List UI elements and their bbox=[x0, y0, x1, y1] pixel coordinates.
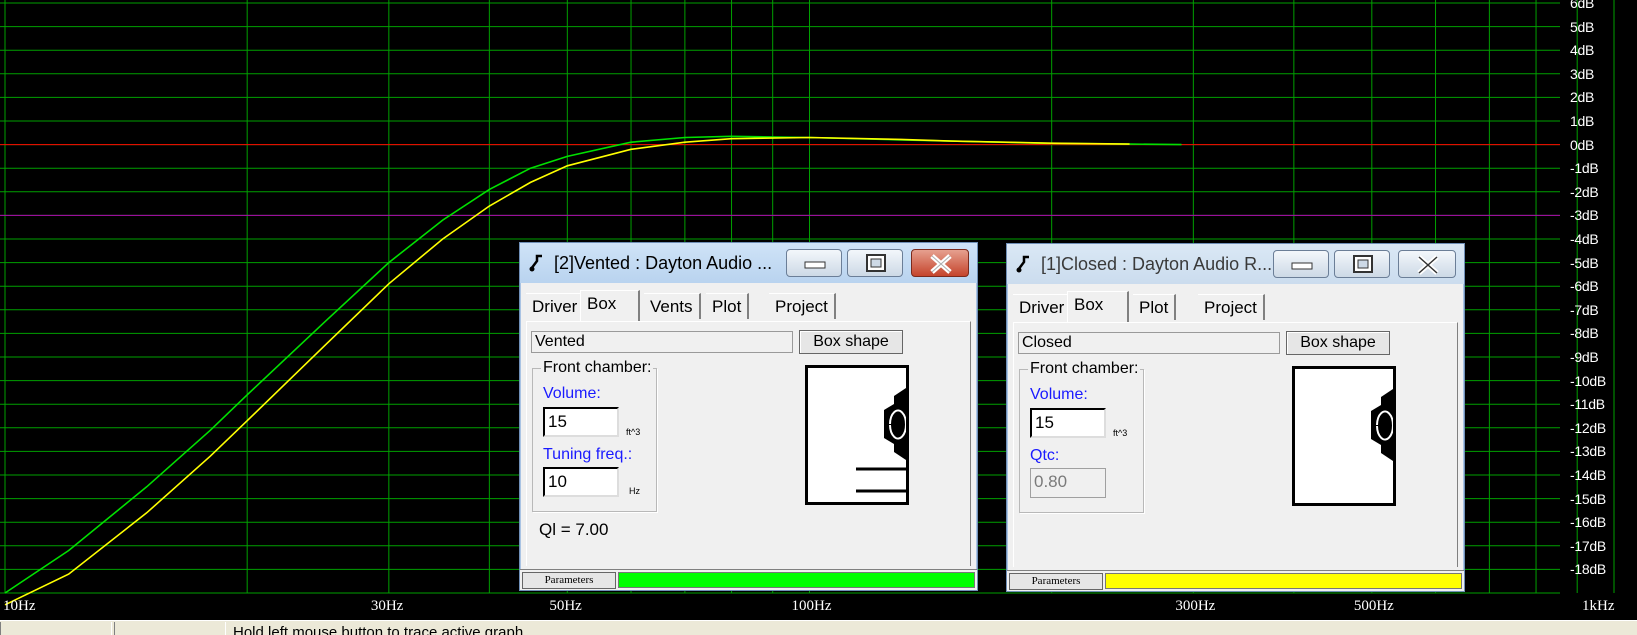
tab-project[interactable]: Project bbox=[769, 293, 836, 319]
ql-value: Ql = 7.00 bbox=[539, 520, 609, 539]
x-tick-label: 1kHz bbox=[1582, 598, 1615, 614]
y-tick-label: -3dB bbox=[1570, 207, 1599, 224]
front-chamber-label: Front chamber: bbox=[1028, 360, 1141, 378]
y-tick-label: 3dB bbox=[1570, 65, 1595, 82]
y-tick-label: -16dB bbox=[1570, 514, 1606, 531]
title-bar[interactable]: [2]Vented : Dayton Audio ... bbox=[520, 243, 977, 283]
y-tick-label: 5dB bbox=[1570, 18, 1595, 35]
box-shape-button[interactable]: Box shape bbox=[799, 330, 903, 354]
y-tick-label: -11dB bbox=[1570, 396, 1605, 413]
close-icon bbox=[930, 254, 952, 274]
tab-driver[interactable]: Driver bbox=[526, 293, 586, 319]
y-tick-label: -18dB bbox=[1570, 561, 1606, 578]
tab-box[interactable]: Box bbox=[580, 290, 640, 321]
volume-input[interactable]: 15 bbox=[543, 407, 619, 437]
tab-box[interactable]: Box bbox=[1067, 291, 1129, 322]
minimize-button[interactable] bbox=[1273, 250, 1329, 278]
minimize-icon bbox=[804, 261, 826, 269]
y-tick-label: 2dB bbox=[1570, 89, 1595, 106]
status-cell-2 bbox=[114, 622, 226, 635]
vented-box-window[interactable]: [2]Vented : Dayton Audio ... Driver Box … bbox=[519, 242, 978, 591]
tuning-freq-label: Tuning freq.: bbox=[543, 446, 633, 463]
x-tick-label: 50Hz bbox=[549, 598, 582, 614]
y-tick-label: -6dB bbox=[1570, 278, 1599, 295]
speaker-app-icon[interactable] bbox=[528, 252, 546, 272]
front-chamber-label: Front chamber: bbox=[541, 359, 654, 377]
front-chamber-group: Front chamber: Volume: 15 ft^3 Qtc: 0.80 bbox=[1019, 360, 1144, 513]
minimize-icon bbox=[1291, 262, 1313, 270]
tab-panel: Closed Box shape Front chamber: Volume: … bbox=[1013, 322, 1458, 567]
box-shape-preview bbox=[805, 365, 909, 505]
window-title: [2]Vented : Dayton Audio ... bbox=[554, 253, 773, 273]
status-message: Hold left mouse button to trace active g… bbox=[233, 624, 524, 635]
window-title: [1]Closed : Dayton Audio R... bbox=[1041, 254, 1273, 274]
qtc-input: 0.80 bbox=[1030, 468, 1106, 498]
closed-box-window[interactable]: [1]Closed : Dayton Audio R... Driver Box… bbox=[1006, 243, 1465, 592]
y-tick-label: -4dB bbox=[1570, 231, 1599, 247]
y-tick-label: -15dB bbox=[1570, 490, 1606, 507]
maximize-button[interactable] bbox=[847, 249, 903, 277]
maximize-icon bbox=[1353, 255, 1373, 273]
y-tick-label: -2dB bbox=[1570, 183, 1599, 200]
front-chamber-group: Front chamber: Volume: 15 ft^3 Tuning fr… bbox=[532, 359, 657, 512]
x-tick-label: 500Hz bbox=[1353, 598, 1394, 614]
volume-label: Volume: bbox=[543, 385, 601, 402]
box-type-field: Closed bbox=[1018, 332, 1280, 354]
parameters-button[interactable]: Parameters bbox=[522, 572, 616, 589]
box-shape-button[interactable]: Box shape bbox=[1286, 331, 1390, 355]
parameters-bar: Parameters bbox=[520, 569, 977, 590]
y-tick-label: -13dB bbox=[1570, 443, 1606, 460]
tab-project[interactable]: Project bbox=[1198, 294, 1265, 320]
close-button[interactable] bbox=[1398, 250, 1456, 278]
vented-box-diagram bbox=[856, 388, 907, 493]
qtc-label: Qtc: bbox=[1030, 447, 1060, 464]
y-tick-label: 1dB bbox=[1570, 113, 1595, 129]
close-button[interactable] bbox=[911, 249, 969, 277]
volume-input[interactable]: 15 bbox=[1030, 408, 1106, 438]
y-tick-label: -12dB bbox=[1570, 419, 1606, 436]
parameters-button[interactable]: Parameters bbox=[1009, 573, 1103, 590]
y-tick-label: -14dB bbox=[1570, 467, 1606, 483]
x-tick-label: 10Hz bbox=[3, 598, 36, 614]
y-tick-label: 4dB bbox=[1570, 42, 1595, 59]
parameters-bar: Parameters bbox=[1007, 570, 1464, 591]
minimize-button[interactable] bbox=[786, 249, 842, 277]
volume-unit: ft^3 bbox=[626, 427, 641, 437]
status-bar: Hold left mouse button to trace active g… bbox=[0, 620, 1637, 635]
y-tick-label: -10dB bbox=[1570, 372, 1606, 389]
speaker-app-icon[interactable] bbox=[1015, 253, 1033, 273]
y-tick-label: -8dB bbox=[1570, 325, 1599, 342]
x-tick-label: 300Hz bbox=[1175, 598, 1216, 614]
closed-box-diagram bbox=[1371, 389, 1394, 461]
box-type-field: Vented bbox=[531, 331, 793, 353]
tab-panel: Vented Box shape Front chamber: Volume: … bbox=[526, 321, 971, 566]
tab-plot[interactable]: Plot bbox=[1133, 294, 1177, 320]
y-tick-label: -5dB bbox=[1570, 254, 1599, 271]
y-tick-label: -1dB bbox=[1570, 160, 1599, 177]
volume-label: Volume: bbox=[1030, 386, 1088, 403]
x-tick-label: 100Hz bbox=[791, 598, 832, 614]
parameters-color-bar bbox=[1105, 573, 1462, 589]
title-bar[interactable]: [1]Closed : Dayton Audio R... bbox=[1007, 244, 1464, 284]
tuning-freq-unit: Hz bbox=[629, 486, 640, 496]
status-cell-1 bbox=[0, 622, 112, 635]
close-icon bbox=[1417, 255, 1439, 275]
y-tick-label: -7dB bbox=[1570, 301, 1599, 318]
parameters-color-bar bbox=[618, 572, 975, 588]
tab-vents[interactable]: Vents bbox=[644, 293, 701, 319]
x-tick-label: 30Hz bbox=[370, 598, 404, 614]
maximize-icon bbox=[866, 254, 886, 272]
tuning-freq-input[interactable]: 10 bbox=[543, 467, 619, 497]
y-tick-label: 6dB bbox=[1570, 0, 1595, 11]
volume-unit: ft^3 bbox=[1113, 428, 1128, 438]
maximize-button[interactable] bbox=[1334, 250, 1390, 278]
y-tick-label: -9dB bbox=[1570, 349, 1599, 365]
box-shape-preview bbox=[1292, 366, 1396, 506]
y-tick-label: -17dB bbox=[1570, 537, 1606, 554]
tab-plot[interactable]: Plot bbox=[706, 293, 750, 319]
tab-driver[interactable]: Driver bbox=[1013, 294, 1073, 320]
y-tick-label: 0dB bbox=[1570, 136, 1595, 153]
